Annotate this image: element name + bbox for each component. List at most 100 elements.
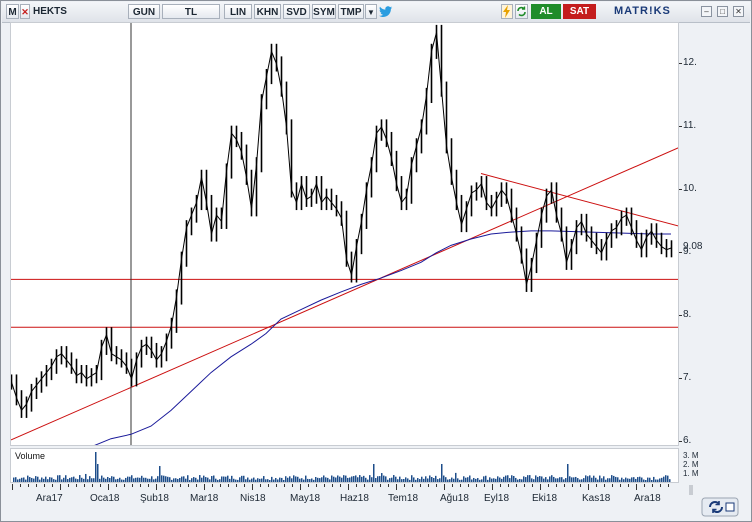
volume-bar bbox=[373, 464, 375, 482]
refresh-small-icon[interactable] bbox=[515, 4, 528, 19]
volume-bar bbox=[55, 479, 57, 482]
volume-bar bbox=[553, 476, 555, 482]
volume-bar bbox=[527, 475, 529, 482]
volume-bar bbox=[43, 478, 45, 482]
twitter-icon[interactable] bbox=[379, 5, 393, 18]
x-tick-mark bbox=[44, 484, 45, 487]
volume-bar bbox=[27, 475, 29, 482]
volume-bar bbox=[179, 478, 181, 482]
close-window-icon[interactable]: ✕ bbox=[733, 6, 744, 17]
sell-button[interactable]: SAT bbox=[563, 4, 596, 19]
x-tick-mark bbox=[516, 484, 517, 487]
volume-bar bbox=[245, 479, 247, 482]
volume-bar bbox=[309, 479, 311, 482]
x-tick-label: Eyl18 bbox=[484, 493, 510, 504]
volume-bar bbox=[211, 476, 213, 482]
volume-bar bbox=[483, 476, 485, 482]
scale-lin-button[interactable]: LIN bbox=[224, 4, 252, 19]
volume-bar bbox=[189, 479, 191, 482]
currency-button[interactable]: TL bbox=[162, 4, 220, 19]
volume-bar bbox=[39, 479, 41, 482]
volume-bar bbox=[97, 464, 99, 482]
volume-bar bbox=[299, 478, 301, 482]
y-tick-label: 7. bbox=[683, 371, 692, 383]
buy-button[interactable]: AL bbox=[531, 4, 561, 19]
volume-bar bbox=[353, 476, 355, 482]
matriks-menu-button[interactable]: M bbox=[6, 4, 19, 19]
volume-bar bbox=[331, 475, 333, 482]
volume-bar bbox=[533, 479, 535, 482]
tmp-button[interactable]: TMP bbox=[338, 4, 364, 19]
volume-bar bbox=[25, 479, 27, 482]
volume-bar bbox=[569, 476, 571, 482]
x-tick-mark bbox=[548, 484, 549, 487]
volume-bar bbox=[265, 479, 267, 482]
volume-bar bbox=[91, 478, 93, 482]
volume-bar bbox=[469, 475, 471, 482]
x-tick-mark bbox=[308, 484, 309, 487]
volume-bar bbox=[271, 476, 273, 482]
period-button[interactable]: GUN bbox=[128, 4, 160, 19]
volume-bar bbox=[163, 475, 165, 482]
x-tick-mark bbox=[284, 484, 285, 487]
lightning-icon[interactable] bbox=[501, 4, 513, 19]
volume-bar bbox=[453, 478, 455, 482]
price-axis: 6. 7. 8. 9. 10. 11. 12. 9.08 bbox=[679, 22, 743, 446]
chart-refresh-button[interactable] bbox=[701, 497, 739, 517]
volume-bar bbox=[659, 478, 661, 482]
volume-bar bbox=[153, 479, 155, 482]
volume-bar bbox=[255, 479, 257, 482]
volume-bar bbox=[601, 478, 603, 482]
volume-bar bbox=[359, 475, 361, 482]
sym-button[interactable]: SYM bbox=[312, 4, 336, 19]
maximize-icon[interactable]: □ bbox=[717, 6, 728, 17]
volume-bar bbox=[87, 479, 89, 482]
last-value-label: 9.08 bbox=[683, 240, 703, 252]
volume-bar bbox=[33, 478, 35, 482]
volume-bar bbox=[503, 476, 505, 482]
x-tick-mark bbox=[340, 484, 341, 487]
volume-bar bbox=[591, 477, 593, 482]
tmp-dropdown-icon[interactable]: ▼ bbox=[365, 4, 377, 19]
khn-button[interactable]: KHN bbox=[254, 4, 281, 19]
scroll-handle[interactable] bbox=[689, 485, 693, 495]
x-tick-mark bbox=[604, 484, 605, 487]
volume-bar bbox=[461, 479, 463, 482]
volume-bar bbox=[167, 476, 169, 482]
volume-bar bbox=[267, 479, 269, 482]
price-chart-area[interactable] bbox=[10, 22, 681, 448]
x-tick-label: Tem18 bbox=[388, 493, 419, 504]
svd-button[interactable]: SVD bbox=[283, 4, 310, 19]
volume-bar bbox=[303, 479, 305, 482]
volume-bar bbox=[657, 479, 659, 482]
x-tick-mark bbox=[76, 484, 77, 487]
x-tick-mark bbox=[380, 484, 381, 487]
symbol-label[interactable]: HEKTS bbox=[33, 4, 67, 19]
volume-bar bbox=[59, 475, 61, 482]
volume-bar bbox=[263, 476, 265, 482]
volume-bar bbox=[297, 476, 299, 482]
volume-bar bbox=[377, 476, 379, 482]
volume-bar bbox=[193, 477, 195, 482]
volume-bar bbox=[57, 475, 59, 482]
volume-bar bbox=[551, 475, 553, 482]
volume-chart-area[interactable]: Volume bbox=[10, 448, 679, 483]
minimize-icon[interactable]: – bbox=[701, 6, 712, 17]
volume-bar bbox=[499, 477, 501, 482]
volume-bar bbox=[395, 476, 397, 482]
volume-bar bbox=[183, 476, 185, 482]
volume-bar bbox=[229, 478, 231, 482]
volume-bar bbox=[481, 479, 483, 482]
volume-bar bbox=[235, 479, 237, 482]
x-tick-mark bbox=[348, 484, 349, 490]
x-tick-mark bbox=[476, 484, 477, 487]
x-tick-mark bbox=[172, 484, 173, 487]
volume-bar bbox=[257, 478, 259, 482]
volume-bar bbox=[365, 477, 367, 482]
volume-bar bbox=[83, 478, 85, 482]
volume-bar bbox=[471, 479, 473, 482]
x-tick-mark bbox=[140, 484, 141, 487]
close-symbol-icon[interactable]: ✕ bbox=[20, 4, 30, 19]
x-tick-mark bbox=[620, 484, 621, 487]
volume-bar bbox=[543, 478, 545, 482]
